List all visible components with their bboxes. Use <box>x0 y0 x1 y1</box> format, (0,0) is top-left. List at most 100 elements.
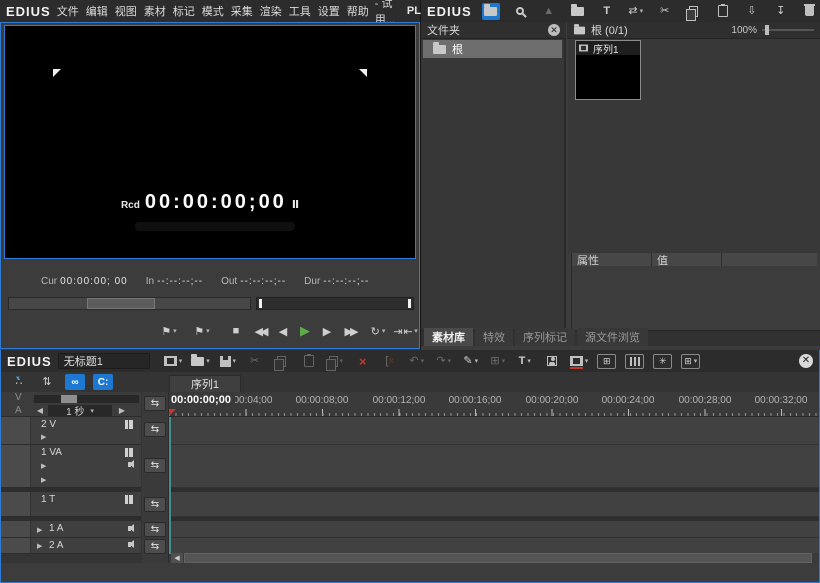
value-column-header[interactable]: 值 <box>652 253 722 266</box>
swap-button-2v[interactable]: ⇆ <box>144 422 166 437</box>
play-button[interactable]: ▶ <box>295 321 315 341</box>
next-frame-button[interactable]: ▶ <box>319 321 335 341</box>
menu-marker[interactable]: 标记 <box>173 3 195 19</box>
timeline-paste-button[interactable] <box>300 353 318 370</box>
menu-tools[interactable]: 工具 <box>289 3 311 19</box>
hscroll-thumb[interactable] <box>184 553 812 563</box>
tab-effects[interactable]: 特效 <box>475 328 513 346</box>
track-lane-1va[interactable] <box>169 445 819 488</box>
menu-mode[interactable]: 模式 <box>202 3 224 19</box>
menu-file[interactable]: 文件 <box>57 3 79 19</box>
add-to-timeline-button[interactable]: ↧ <box>772 3 790 20</box>
menu-render[interactable]: 渲染 <box>260 3 282 19</box>
up-folder-button[interactable]: ▲ <box>540 3 558 20</box>
position-start-marker[interactable] <box>259 299 262 308</box>
timeline-hscrollbar[interactable]: ◀ <box>169 553 819 563</box>
expand-icon[interactable]: ▶ <box>37 542 42 550</box>
sync-mode-button[interactable]: ∞ <box>65 374 85 390</box>
toggle-palette-button[interactable]: ✳ <box>653 354 672 369</box>
paste-button[interactable] <box>714 3 732 20</box>
swap-button-1va[interactable]: ⇆ <box>144 458 166 473</box>
speaker-icon[interactable] <box>128 542 131 547</box>
speaker-icon[interactable] <box>128 462 131 467</box>
new-folder-button[interactable] <box>482 3 500 20</box>
open-folder-button[interactable] <box>569 3 587 20</box>
track-header-1a[interactable]: ▶ 1 A <box>1 521 141 538</box>
timeline-delete-button[interactable]: × <box>354 353 372 370</box>
ripple-mode-button[interactable]: C: <box>93 374 113 390</box>
hscroll-left-button[interactable]: ◀ <box>171 553 183 563</box>
redo-button[interactable]: ↷▾ <box>435 353 453 370</box>
track-lane-1t[interactable] <box>169 492 819 517</box>
toggle-bin-button[interactable]: ⊞ <box>597 354 616 369</box>
new-sequence-button[interactable]: ▾ <box>164 353 183 370</box>
swap-button-2a[interactable]: ⇆ <box>144 539 166 554</box>
save-project-button[interactable]: ▾ <box>219 353 237 370</box>
track-header-1t[interactable]: 1 T <box>1 492 141 517</box>
fast-forward-button[interactable]: ▶▶ <box>339 321 361 341</box>
speaker-icon[interactable] <box>128 526 131 531</box>
timeline-duplicate-button[interactable]: ▾ <box>327 353 345 370</box>
shuttle-slider[interactable] <box>8 297 251 310</box>
send-to-timeline-button[interactable]: ⇩ <box>743 3 761 20</box>
menu-clip[interactable]: 素材 <box>144 3 166 19</box>
tab-sequence-markers[interactable]: 序列标记 <box>515 328 575 346</box>
shuttle-thumb[interactable] <box>87 298 155 309</box>
transport-more-button[interactable]: ▾ <box>411 321 419 341</box>
layouter-button[interactable]: ⊞▾ <box>489 353 507 370</box>
expand-icon[interactable]: ▶ <box>37 526 42 534</box>
sequence-tab[interactable]: 序列1 <box>169 375 241 392</box>
folders-panel-close-button[interactable]: ✕ <box>548 24 560 36</box>
thumbnail-zoom-slider[interactable] <box>762 25 814 35</box>
cut-button[interactable]: ✂ <box>656 3 674 20</box>
add-transition-button[interactable]: ✎▾ <box>462 353 480 370</box>
track-header-2a[interactable]: ▶ 2 A <box>1 538 141 554</box>
root-folder-item[interactable]: 根 <box>423 40 562 58</box>
property-column-header[interactable]: 属性 <box>572 253 652 266</box>
toggle-mixer-button[interactable] <box>625 354 644 369</box>
zoom-slider-thumb[interactable] <box>765 25 769 35</box>
video-scale-slider[interactable] <box>34 395 139 403</box>
prev-frame-button[interactable]: ◀ <box>275 321 291 341</box>
track-header-2v[interactable]: 2 V ▶ <box>1 417 141 445</box>
menu-help[interactable]: 帮助 <box>347 3 369 19</box>
video-scale-thumb[interactable] <box>61 395 77 403</box>
tab-source-browser[interactable]: 源文件浏览 <box>577 328 648 346</box>
render-button[interactable]: ▾ <box>570 353 589 370</box>
position-slider[interactable] <box>256 297 414 310</box>
swap-button-1t[interactable]: ⇆ <box>144 497 166 512</box>
timeline-cut-button[interactable]: ✂ <box>246 353 264 370</box>
marker-list-button[interactable]: ⚑▾ <box>189 321 215 341</box>
rewind-button[interactable]: ◀◀ <box>249 321 271 341</box>
sequence-clip-card[interactable]: 序列1 <box>575 40 641 100</box>
menu-capture[interactable]: 采集 <box>231 3 253 19</box>
stop-button[interactable]: ■ <box>227 321 245 341</box>
loop-play-button[interactable]: ↻▾ <box>365 321 391 341</box>
set-marker-button[interactable]: ⚑▾ <box>156 321 182 341</box>
add-title-button[interactable]: T <box>598 3 616 20</box>
ripple-delete-button[interactable]: [× <box>381 353 399 370</box>
delete-button[interactable] <box>801 3 819 20</box>
track-lane-2a[interactable] <box>169 538 819 554</box>
toggle-browser-button[interactable]: ⊞▾ <box>681 354 700 369</box>
sequence-name-field[interactable]: 无标题1 <box>58 353 150 369</box>
timeline-copy-button[interactable] <box>273 353 291 370</box>
expand-icon[interactable]: ▶ <box>41 462 46 470</box>
timescale-dropdown[interactable]: 1 秒 ▾ <box>48 405 112 416</box>
menu-settings[interactable]: 设置 <box>318 3 340 19</box>
timeline-ruler[interactable]: 00:00:00;00 00:00:04;00 00:00:08;00 00:0… <box>169 392 819 417</box>
tab-library[interactable]: 素材库 <box>424 328 473 346</box>
copy-button[interactable] <box>685 3 703 20</box>
menu-edit[interactable]: 编辑 <box>86 3 108 19</box>
track-lane-1a[interactable] <box>169 521 819 538</box>
timeline-close-button[interactable]: ✕ <box>799 354 813 368</box>
track-lane-2v[interactable] <box>169 417 819 445</box>
scale-left-button[interactable]: ◀ <box>34 405 46 416</box>
search-button[interactable] <box>511 3 529 20</box>
playhead-line[interactable] <box>169 417 171 554</box>
create-title-button[interactable]: T▾ <box>516 353 534 370</box>
voice-over-button[interactable] <box>543 353 561 370</box>
expand-icon[interactable]: ▶ <box>41 476 46 484</box>
timeline-fit-button[interactable]: ▾∴ <box>9 374 29 390</box>
playhead-flag-icon[interactable] <box>169 409 176 417</box>
